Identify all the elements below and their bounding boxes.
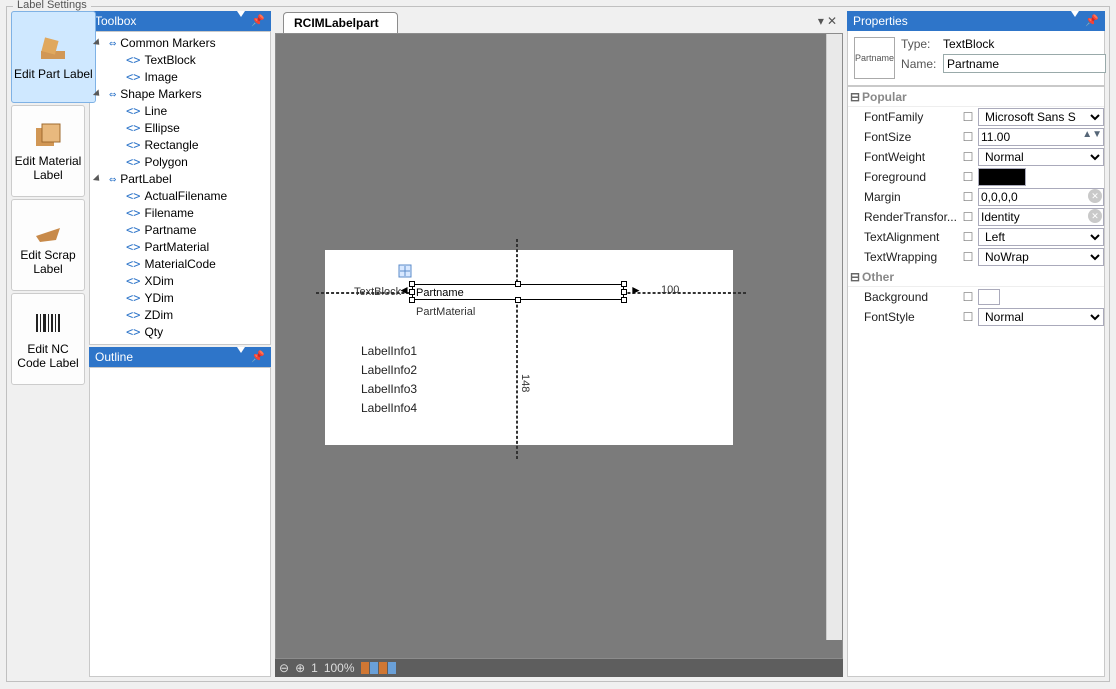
type-value: TextBlock xyxy=(943,37,994,51)
design-surface[interactable]: 100 148 TextBlock Partname ◄ ► PartMater… xyxy=(275,33,843,659)
tree-item[interactable]: <>XDim xyxy=(90,272,270,289)
edit-nc-code-label-button[interactable]: Edit NC Code Label xyxy=(11,293,85,385)
textalign-select[interactable]: Left xyxy=(978,228,1104,246)
tree-group[interactable]: ⇔Shape Markers xyxy=(90,85,270,102)
property-grid[interactable]: ⊟Popular FontFamily☐Microsoft Sans S Fon… xyxy=(847,86,1105,677)
label-info-list: LabelInfo1 LabelInfo2 LabelInfo3 LabelIn… xyxy=(361,342,417,418)
tree-item[interactable]: <>ActualFilename xyxy=(90,187,270,204)
tree-item[interactable]: <>Polygon xyxy=(90,153,270,170)
view-mode-icons[interactable] xyxy=(361,662,396,674)
fontfamily-select[interactable]: Microsoft Sans S xyxy=(978,108,1104,126)
toolbox-header[interactable]: Toolbox 📌 xyxy=(89,11,271,31)
dim-100: 100 xyxy=(661,284,679,296)
dropdown-icon[interactable] xyxy=(237,347,245,353)
designer-column: RCIMLabelpart ▾ ✕ 100 148 TextBlock Part… xyxy=(275,11,843,677)
tree-item[interactable]: <>MaterialCode xyxy=(90,255,270,272)
designer-statusbar: ⊖ ⊕ 1 100% xyxy=(275,659,843,677)
tree-item[interactable]: <>Image xyxy=(90,68,270,85)
tree-item[interactable]: <>YDim xyxy=(90,289,270,306)
v-guideline xyxy=(516,239,518,459)
section-popular[interactable]: ⊟Popular xyxy=(848,87,1104,107)
preview-thumb: Partname xyxy=(854,37,895,79)
rendertransform-input[interactable] xyxy=(978,208,1104,226)
move-handle-icon[interactable]: ► xyxy=(630,283,642,297)
toolbox-title: Toolbox xyxy=(95,11,136,31)
properties-title: Properties xyxy=(853,11,908,31)
tree-item[interactable]: <>Description xyxy=(90,340,270,345)
scrap-label-icon xyxy=(32,214,64,246)
tree-item[interactable]: <>TextBlock xyxy=(90,51,270,68)
dim-148: 148 xyxy=(519,374,531,392)
toolbox-tree[interactable]: ⇔Common Markers<>TextBlock<>Image⇔Shape … xyxy=(89,31,271,345)
tree-item[interactable]: <>ZDim xyxy=(90,306,270,323)
tab-rcimlabelpart[interactable]: RCIMLabelpart xyxy=(283,12,398,33)
tree-item[interactable]: <>Qty xyxy=(90,323,270,340)
tree-item[interactable]: <>Partname xyxy=(90,221,270,238)
outline-header[interactable]: Outline 📌 xyxy=(89,347,271,367)
edit-scrap-label-button[interactable]: Edit Scrap Label xyxy=(11,199,85,291)
selected-textblock[interactable]: Partname xyxy=(412,284,624,300)
outline-body[interactable] xyxy=(89,367,271,677)
material-label-icon xyxy=(32,120,64,152)
label-settings-group: Label Settings Edit Job Label Edit Mater… xyxy=(6,6,1110,682)
edit-material-label-button[interactable]: Edit Material Label xyxy=(11,105,85,197)
move-handle-icon[interactable]: ◄ xyxy=(398,283,410,297)
designer-tabs: RCIMLabelpart ▾ ✕ xyxy=(275,11,843,33)
properties-header[interactable]: Properties 📌 xyxy=(847,11,1105,31)
tree-item[interactable]: <>Ellipse xyxy=(90,119,270,136)
properties-object-header: Partname Type:TextBlock Name: xyxy=(847,31,1105,86)
selected-content: Partname xyxy=(413,287,464,299)
tree-item[interactable]: <>PartMaterial xyxy=(90,238,270,255)
section-other[interactable]: ⊟Other xyxy=(848,267,1104,287)
pin-icon[interactable]: 📌 xyxy=(251,11,265,31)
pin-icon[interactable]: 📌 xyxy=(251,347,265,367)
tree-group[interactable]: ⇔Common Markers xyxy=(90,34,270,51)
zoom-out-icon[interactable]: ⊖ xyxy=(279,661,289,675)
dropdown-icon[interactable] xyxy=(1071,11,1079,17)
foreground-swatch[interactable] xyxy=(978,168,1026,186)
left-editor-buttons: Edit Job Label Edit Material Label Edit … xyxy=(11,11,85,677)
reset-icon[interactable]: ✕ xyxy=(1088,209,1102,223)
fieldset-legend: Label Settings xyxy=(13,0,91,11)
pin-icon[interactable]: 📌 xyxy=(1085,11,1099,31)
tree-group[interactable]: ⇔PartLabel xyxy=(90,170,270,187)
margin-input[interactable] xyxy=(978,188,1104,206)
tab-close-icon[interactable]: ✕ xyxy=(827,14,837,28)
tree-item[interactable]: <>Rectangle xyxy=(90,136,270,153)
tab-dropdown-icon[interactable]: ▾ xyxy=(818,14,824,28)
tree-item[interactable]: <>Filename xyxy=(90,204,270,221)
name-input[interactable] xyxy=(943,54,1106,73)
dropdown-icon[interactable] xyxy=(237,11,245,17)
move-grip-icon[interactable] xyxy=(396,262,414,280)
fontweight-select[interactable]: Normal xyxy=(978,148,1104,166)
barcode-icon xyxy=(32,308,64,340)
fontstyle-select[interactable]: Normal xyxy=(978,308,1104,326)
edit-part-label-button[interactable]: Edit Part Label xyxy=(11,11,96,103)
properties-column: Properties 📌 Partname Type:TextBlock Nam… xyxy=(847,11,1105,677)
part-label-icon xyxy=(37,33,69,65)
vertical-scrollbar[interactable] xyxy=(826,34,842,640)
background-swatch[interactable] xyxy=(978,289,1000,305)
expand-icon[interactable] xyxy=(92,174,102,184)
textwrap-select[interactable]: NoWrap xyxy=(978,248,1104,266)
zoom-in-icon[interactable]: ⊕ xyxy=(295,661,305,675)
outline-title: Outline xyxy=(95,347,133,367)
reset-icon[interactable]: ✕ xyxy=(1088,189,1102,203)
tree-item[interactable]: <>Line xyxy=(90,102,270,119)
toolbox-column: Toolbox 📌 ⇔Common Markers<>TextBlock<>Im… xyxy=(89,11,271,677)
textblock-drag-label: TextBlock xyxy=(354,286,401,298)
partmaterial-label: PartMaterial xyxy=(416,306,475,318)
